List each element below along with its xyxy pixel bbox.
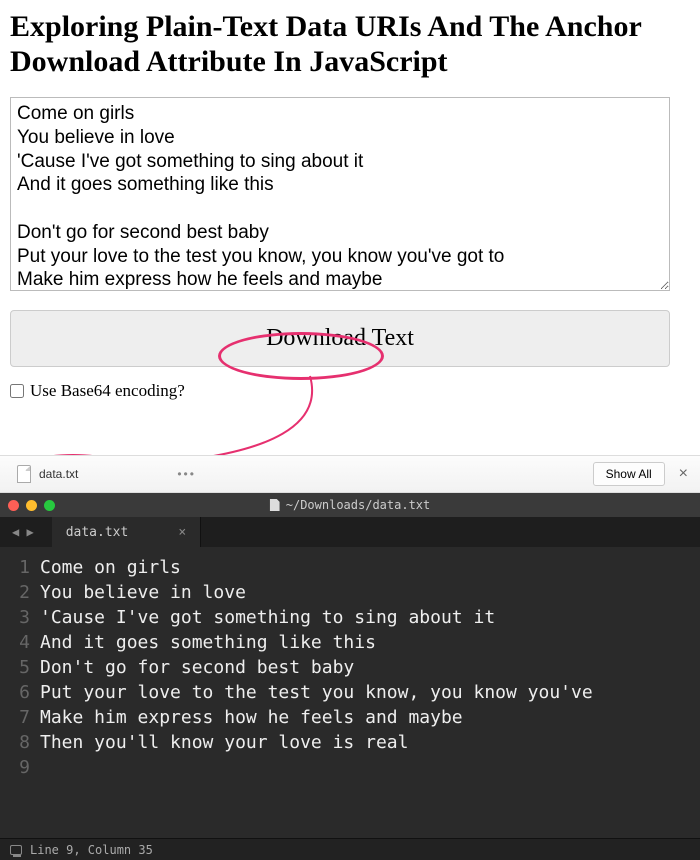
titlebar-path: ~/Downloads/data.txt bbox=[270, 498, 431, 512]
download-item[interactable]: data.txt bbox=[8, 461, 87, 487]
base64-checkbox[interactable] bbox=[10, 384, 24, 398]
base64-checkbox-row[interactable]: Use Base64 encoding? bbox=[10, 381, 690, 401]
window-zoom-icon[interactable] bbox=[44, 500, 55, 511]
download-button[interactable]: Download Text bbox=[10, 310, 670, 367]
file-icon bbox=[270, 499, 280, 511]
nav-arrows[interactable]: ◀ ▶ bbox=[12, 525, 34, 539]
editor-tab-bar: ◀ ▶ data.txt × bbox=[0, 517, 700, 547]
window-controls bbox=[8, 500, 55, 511]
base64-label: Use Base64 encoding? bbox=[30, 381, 185, 401]
window-minimize-icon[interactable] bbox=[26, 500, 37, 511]
titlebar-path-text: ~/Downloads/data.txt bbox=[286, 498, 431, 512]
text-editor-window: ~/Downloads/data.txt ◀ ▶ data.txt × 1234… bbox=[0, 493, 700, 860]
browser-download-bar: data.txt ••• Show All × bbox=[0, 455, 700, 493]
show-all-button[interactable]: Show All bbox=[593, 462, 665, 486]
code-area[interactable]: Come on girlsYou believe in love'Cause I… bbox=[40, 555, 700, 780]
window-close-icon[interactable] bbox=[8, 500, 19, 511]
tab-label: data.txt bbox=[66, 525, 129, 540]
editor-tab[interactable]: data.txt × bbox=[52, 517, 201, 547]
text-input[interactable] bbox=[10, 97, 670, 291]
line-gutter: 123456789 bbox=[0, 555, 40, 780]
download-filename: data.txt bbox=[39, 467, 78, 481]
editor-titlebar: ~/Downloads/data.txt bbox=[0, 493, 700, 517]
editor-body[interactable]: 123456789 Come on girlsYou believe in lo… bbox=[0, 547, 700, 780]
cursor-position: Line 9, Column 35 bbox=[30, 843, 153, 857]
download-menu-icon[interactable]: ••• bbox=[177, 467, 196, 481]
page-title: Exploring Plain-Text Data URIs And The A… bbox=[10, 10, 690, 79]
status-icon bbox=[10, 845, 22, 855]
editor-status-bar: Line 9, Column 35 bbox=[0, 838, 700, 860]
close-download-bar-icon[interactable]: × bbox=[675, 465, 692, 483]
tab-close-icon[interactable]: × bbox=[178, 525, 186, 540]
file-icon bbox=[17, 465, 31, 483]
